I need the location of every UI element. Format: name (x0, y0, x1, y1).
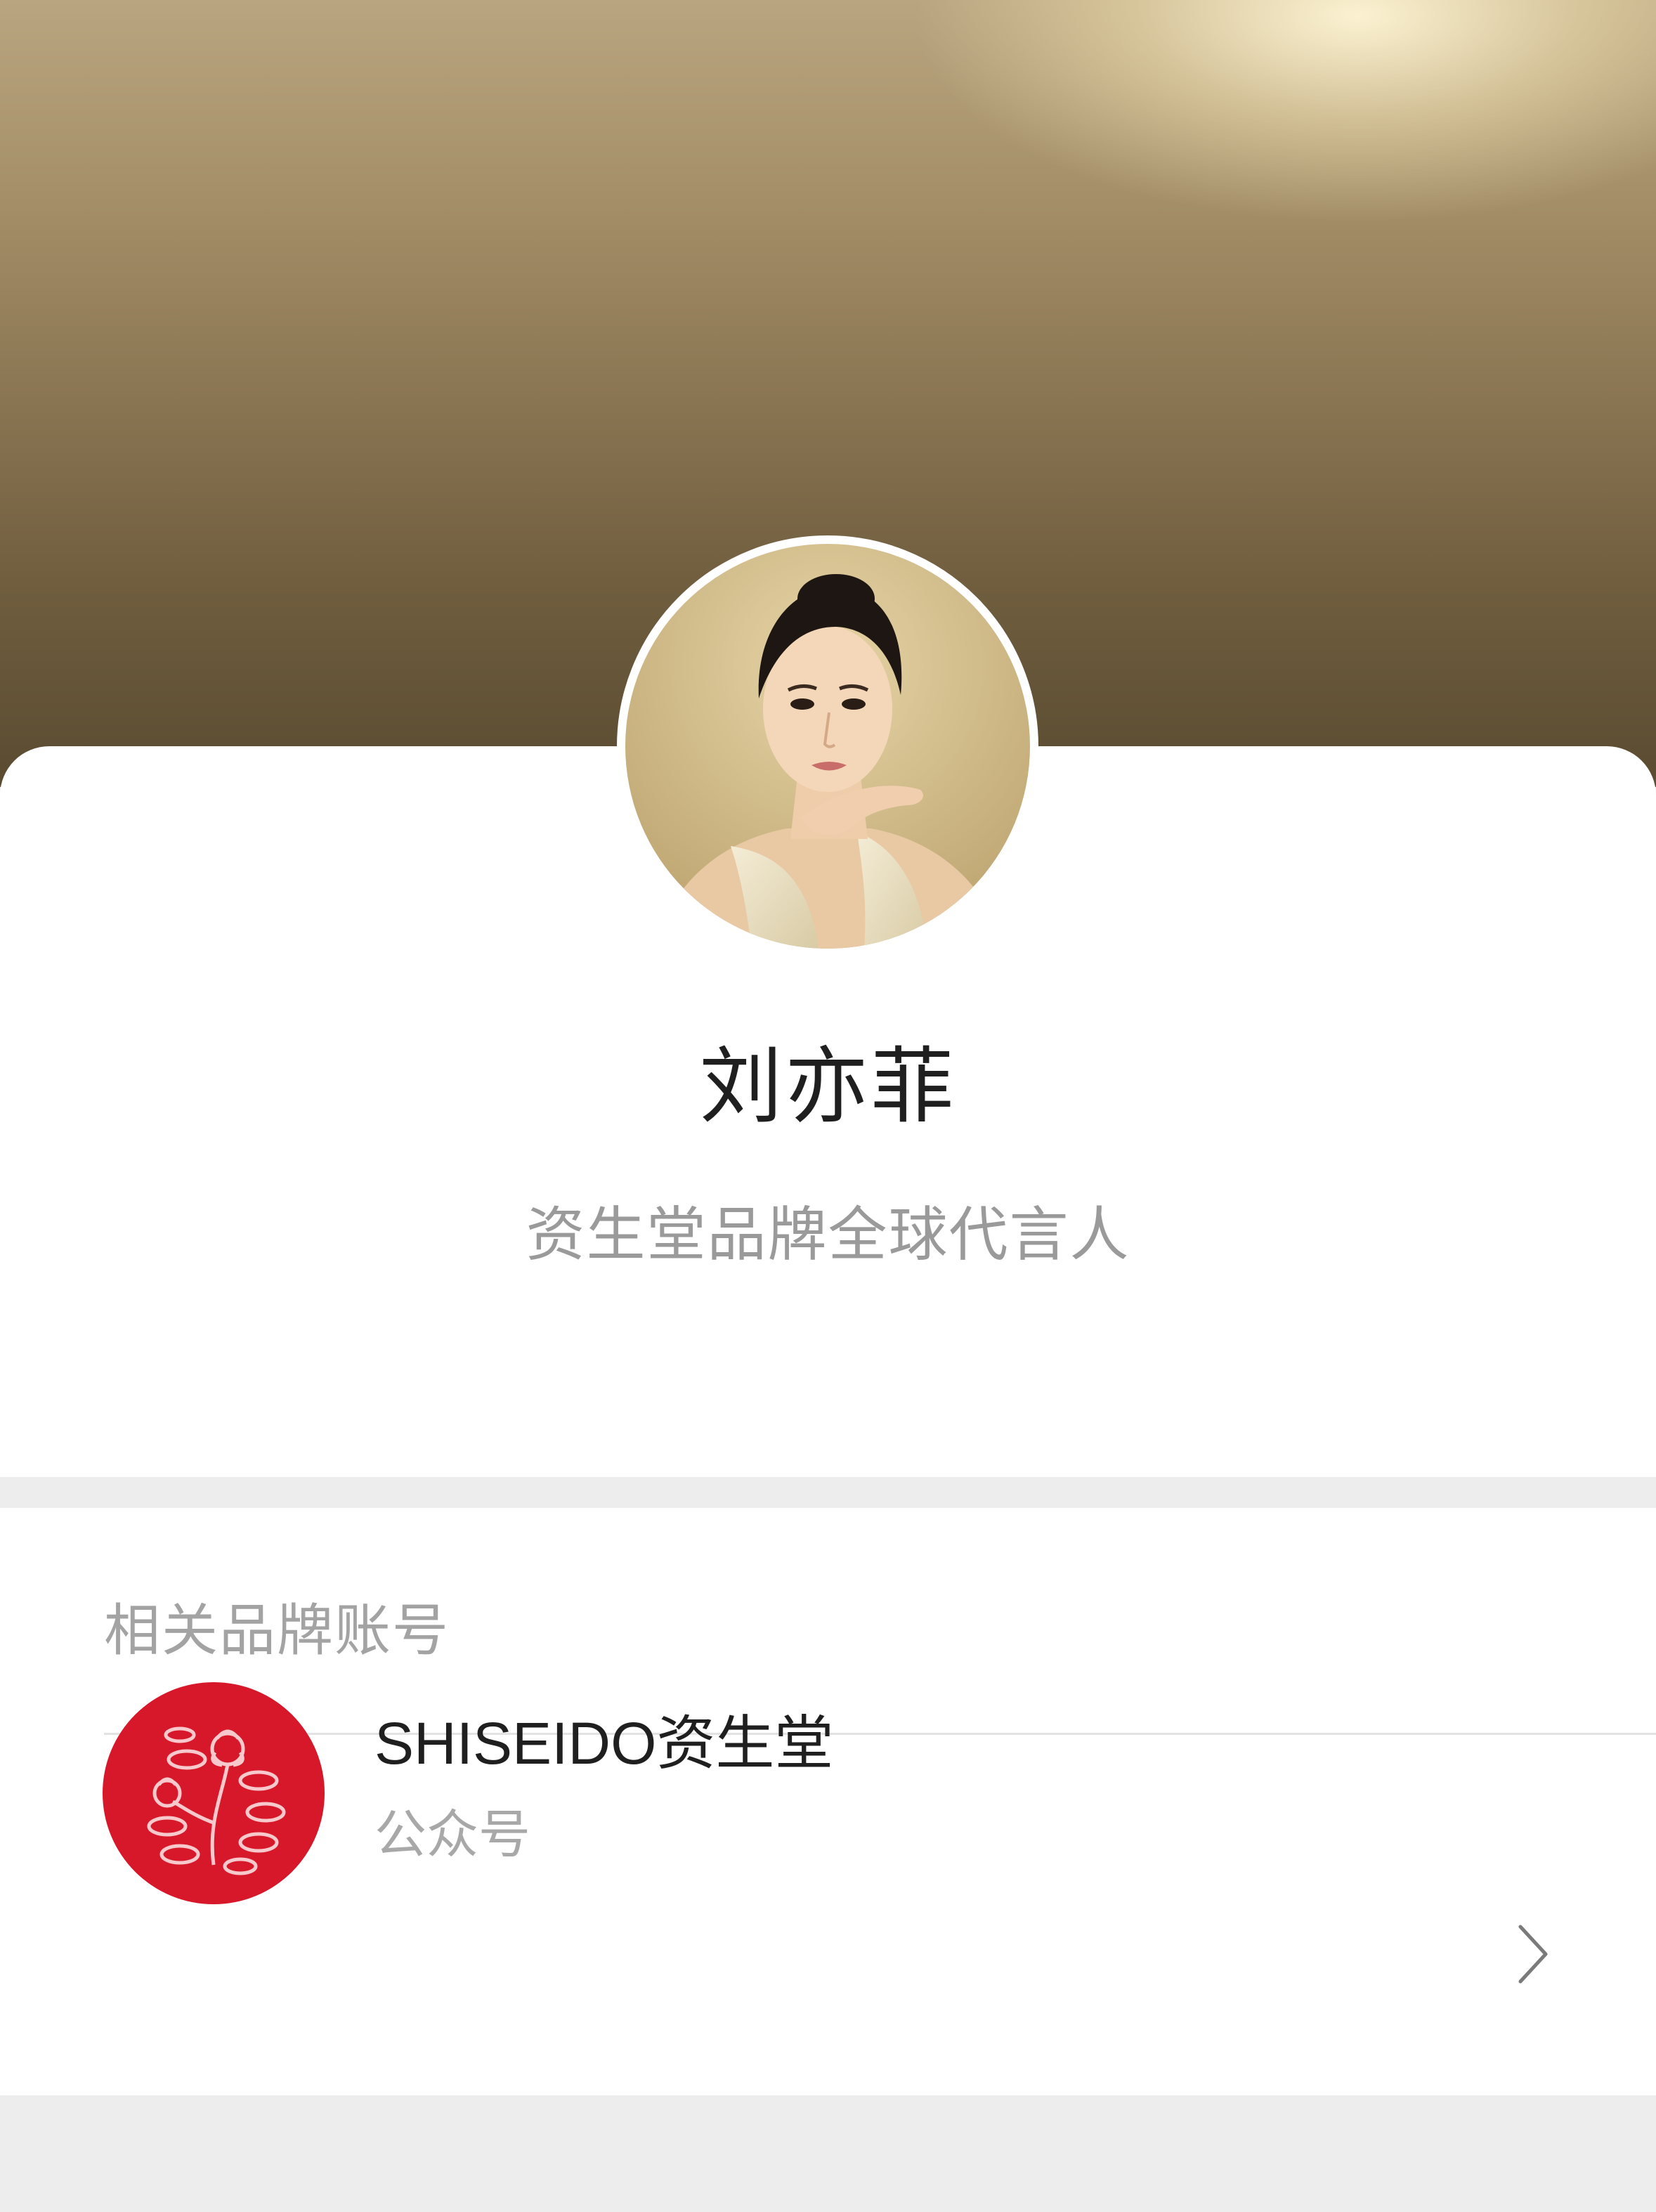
brand-name: SHISEIDO资生堂 (374, 1710, 834, 1776)
section-title: 相关品牌账号 (104, 1598, 450, 1663)
brand-account-type: 公众号 (374, 1804, 530, 1865)
shiseido-logo-icon (103, 1682, 325, 1904)
profile-name: 刘亦菲 (699, 1038, 957, 1135)
person-portrait-icon (625, 544, 1030, 949)
page-bottom-background (0, 2095, 1656, 2212)
profile-description: 资生堂品牌全球代言人 (526, 1200, 1130, 1269)
profile-avatar[interactable] (617, 535, 1038, 957)
chevron-right-icon (1516, 1923, 1551, 1986)
related-brand-accounts-section: 相关品牌账号 SHISEIDO资生堂 公众号 (0, 1508, 1656, 2095)
